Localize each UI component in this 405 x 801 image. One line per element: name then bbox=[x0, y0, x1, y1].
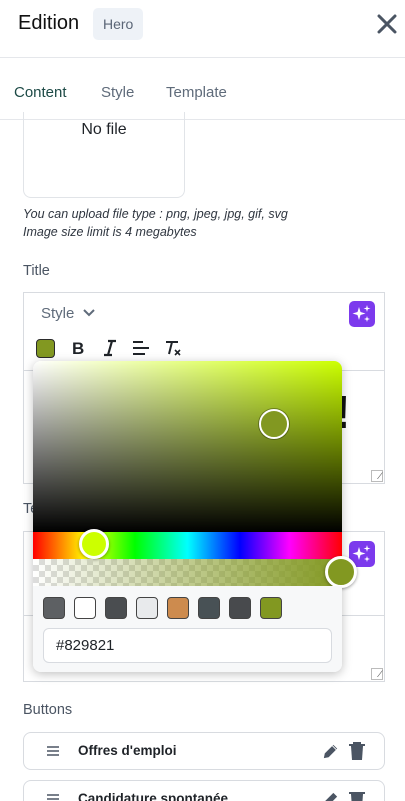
tab-bar: Content Style Template bbox=[0, 58, 405, 120]
saturation-value-area[interactable] bbox=[33, 361, 342, 532]
clear-format-icon[interactable] bbox=[164, 339, 182, 357]
italic-icon[interactable] bbox=[101, 339, 119, 357]
trash-icon[interactable] bbox=[348, 741, 366, 761]
panel-title: Edition bbox=[18, 12, 80, 34]
svg-text:B: B bbox=[72, 339, 84, 357]
text-color-button[interactable] bbox=[36, 339, 55, 358]
title-editor-toolbar: Style B bbox=[24, 293, 384, 371]
button-item-label: Candidature spontanée bbox=[78, 791, 229, 801]
button-list-item[interactable]: Candidature spontanée bbox=[23, 780, 385, 801]
bold-icon[interactable]: B bbox=[69, 339, 87, 357]
sparkles-icon bbox=[352, 305, 371, 322]
upload-type-hint: You can upload file type : png, jpeg, jp… bbox=[23, 207, 288, 221]
color-swatch[interactable] bbox=[229, 597, 251, 619]
alpha-slider[interactable] bbox=[33, 559, 342, 586]
drag-handle-icon[interactable] bbox=[46, 744, 60, 758]
color-swatch[interactable] bbox=[136, 597, 158, 619]
button-list-item[interactable]: Offres d'emploi bbox=[23, 732, 385, 770]
upload-size-hint: Image size limit is 4 megabytes bbox=[23, 225, 197, 239]
align-left-icon[interactable] bbox=[132, 339, 150, 357]
pencil-icon[interactable] bbox=[321, 790, 340, 801]
color-swatch[interactable] bbox=[260, 597, 282, 619]
tab-content[interactable]: Content bbox=[14, 84, 67, 101]
panel-header: Edition Hero bbox=[0, 0, 405, 58]
style-dropdown[interactable]: Style bbox=[41, 305, 96, 322]
pencil-icon[interactable] bbox=[321, 742, 340, 761]
image-upload-box[interactable]: No file bbox=[23, 112, 185, 198]
resize-handle[interactable]: ⁄ bbox=[371, 470, 383, 482]
hue-slider-thumb[interactable] bbox=[79, 529, 109, 559]
alpha-slider-thumb[interactable] bbox=[325, 556, 357, 588]
ai-assist-button[interactable] bbox=[349, 301, 375, 327]
color-swatch[interactable] bbox=[105, 597, 127, 619]
chevron-down-icon bbox=[82, 309, 95, 317]
drag-handle-icon[interactable] bbox=[46, 792, 60, 801]
title-label: Title bbox=[23, 263, 50, 279]
section-badge: Hero bbox=[93, 8, 144, 40]
tab-style[interactable]: Style bbox=[101, 84, 134, 101]
trash-icon[interactable] bbox=[348, 789, 366, 801]
color-swatch[interactable] bbox=[43, 597, 65, 619]
color-swatch[interactable] bbox=[198, 597, 220, 619]
buttons-label: Buttons bbox=[23, 702, 73, 718]
close-icon[interactable] bbox=[374, 11, 400, 37]
color-picker-popover bbox=[33, 361, 357, 672]
saturation-cursor[interactable] bbox=[259, 409, 289, 439]
resize-handle[interactable]: ⁄ bbox=[371, 668, 383, 680]
color-swatch[interactable] bbox=[167, 597, 189, 619]
hex-color-input[interactable] bbox=[43, 628, 332, 663]
color-swatch[interactable] bbox=[74, 597, 96, 619]
style-dropdown-label: Style bbox=[41, 305, 75, 322]
tab-template[interactable]: Template bbox=[166, 84, 227, 101]
no-file-label: No file bbox=[81, 121, 127, 138]
swatch-panel bbox=[33, 586, 342, 672]
button-item-label: Offres d'emploi bbox=[78, 743, 177, 758]
